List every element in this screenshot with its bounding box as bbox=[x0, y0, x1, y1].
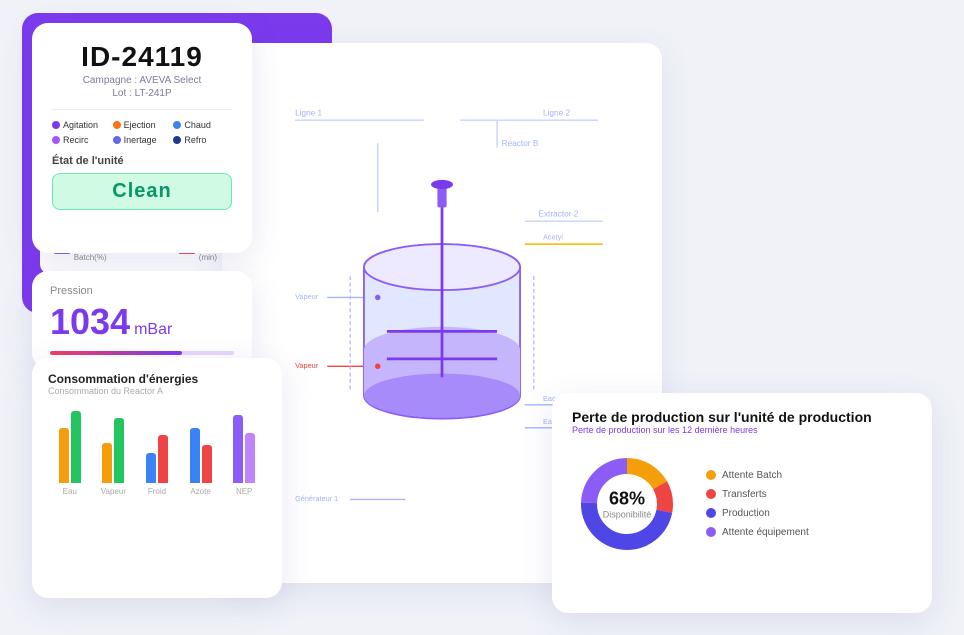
bar-set-nep bbox=[233, 415, 255, 483]
tag-inertage: Inertage bbox=[113, 135, 172, 145]
tag-agitation: Agitation bbox=[52, 120, 111, 130]
consommation-card: Consommation d'énergies Consommation du … bbox=[32, 358, 282, 598]
bar-label-nep: NEP bbox=[236, 487, 252, 496]
svg-text:Acetyl: Acetyl bbox=[543, 232, 563, 241]
ejection-dot bbox=[113, 121, 121, 129]
consommation-subtitle: Consommation du Reactor A bbox=[48, 386, 266, 396]
donut-center: 68% Disponibilité bbox=[603, 488, 652, 519]
bar-set-eau bbox=[59, 411, 81, 483]
svg-text:Vapeur: Vapeur bbox=[295, 361, 319, 370]
dot-transferts bbox=[706, 489, 716, 499]
pression-label: Pression bbox=[50, 285, 234, 297]
bar-azote-1 bbox=[190, 428, 200, 483]
bar-vapeur-2 bbox=[114, 418, 124, 483]
tag-recirc: Recirc bbox=[52, 135, 111, 145]
bar-eau-2 bbox=[71, 411, 81, 483]
bar-set-vapeur bbox=[102, 418, 124, 483]
tag-grid: Agitation Ejection Chaud Recirc Inertage… bbox=[52, 120, 232, 145]
pression-bar bbox=[50, 351, 234, 355]
bar-label-froid: Froid bbox=[148, 487, 166, 496]
svg-text:Ligne 2: Ligne 2 bbox=[543, 108, 570, 117]
bar-group-froid: Froid bbox=[139, 435, 175, 496]
svg-text:Ligne 1: Ligne 1 bbox=[295, 108, 322, 117]
pression-unit: mBar bbox=[134, 321, 172, 339]
campaign-label: Campagne : AVEVA Select bbox=[52, 75, 232, 86]
dot-production bbox=[706, 508, 716, 518]
scene: Ligne 1 Ligne 2 Reactor B Extractor 2 Ac… bbox=[22, 13, 942, 623]
chaud-dot bbox=[173, 121, 181, 129]
perte-content: 68% Disponibilité Attente Batch Transfer… bbox=[572, 449, 912, 559]
agitation-dot bbox=[52, 121, 60, 129]
inertage-dot bbox=[113, 136, 121, 144]
bar-set-azote bbox=[190, 428, 212, 483]
bar-label-azote: Azote bbox=[190, 487, 210, 496]
pression-bar-fill bbox=[50, 351, 182, 355]
bar-group-nep: NEP bbox=[226, 415, 262, 496]
svg-text:Générateur 1: Générateur 1 bbox=[295, 494, 338, 503]
tag-refro: Refro bbox=[173, 135, 232, 145]
tag-chaud: Chaud bbox=[173, 120, 232, 130]
recirc-dot bbox=[52, 136, 60, 144]
bar-azote-2 bbox=[202, 445, 212, 483]
bar-label-eau: Eau bbox=[63, 487, 77, 496]
bar-froid-2 bbox=[158, 435, 168, 483]
legend-item-transferts: Transferts bbox=[706, 489, 809, 500]
label-production: Production bbox=[722, 508, 770, 519]
dot-attente-equipement bbox=[706, 527, 716, 537]
perte-title: Perte de production sur l'unité de produ… bbox=[572, 409, 912, 425]
pression-value: 1034 mBar bbox=[50, 301, 234, 343]
legend-item-attente-batch: Attente Batch bbox=[706, 470, 809, 481]
refro-dot bbox=[173, 136, 181, 144]
label-attente-equipement: Attente équipement bbox=[722, 527, 809, 538]
bar-set-froid bbox=[146, 435, 168, 483]
svg-text:Extractor 2: Extractor 2 bbox=[538, 209, 578, 218]
legend-item-production: Production bbox=[706, 508, 809, 519]
bar-chart: Eau Vapeur Froid bbox=[48, 406, 266, 496]
legend-item-attente-equipement: Attente équipement bbox=[706, 527, 809, 538]
bar-group-vapeur: Vapeur bbox=[96, 418, 132, 496]
bar-nep-1 bbox=[233, 415, 243, 483]
bar-group-eau: Eau bbox=[52, 411, 88, 496]
lot-label: Lot : LT-241P bbox=[52, 88, 232, 99]
consommation-title: Consommation d'énergies bbox=[48, 372, 266, 386]
bar-group-azote: Azote bbox=[183, 428, 219, 496]
bar-label-vapeur: Vapeur bbox=[101, 487, 126, 496]
id-card: ID-24119 Campagne : AVEVA Select Lot : L… bbox=[32, 23, 252, 253]
bar-eau-1 bbox=[59, 428, 69, 483]
pression-number: 1034 bbox=[50, 301, 130, 343]
label-transferts: Transferts bbox=[722, 489, 767, 500]
donut-label: Disponibilité bbox=[603, 509, 652, 519]
svg-text:Reactor B: Reactor B bbox=[502, 138, 539, 147]
id-title: ID-24119 bbox=[52, 41, 232, 73]
bar-nep-2 bbox=[245, 433, 255, 483]
svg-text:Vapeur: Vapeur bbox=[295, 292, 319, 301]
bar-froid-1 bbox=[146, 453, 156, 483]
bar-vapeur-1 bbox=[102, 443, 112, 483]
perte-card: Perte de production sur l'unité de produ… bbox=[552, 393, 932, 613]
dot-attente-batch bbox=[706, 470, 716, 480]
tag-ejection: Ejection bbox=[113, 120, 172, 130]
etat-label: État de l'unité bbox=[52, 155, 232, 167]
pression-card: Pression 1034 mBar bbox=[32, 271, 252, 369]
donut-percentage: 68% bbox=[603, 488, 652, 509]
perte-subtitle: Perte de production sur les 12 dernière … bbox=[572, 425, 912, 435]
donut-chart: 68% Disponibilité bbox=[572, 449, 682, 559]
label-attente-batch: Attente Batch bbox=[722, 470, 782, 481]
perte-legend: Attente Batch Transferts Production Atte… bbox=[706, 470, 809, 538]
status-badge: Clean bbox=[52, 173, 232, 210]
